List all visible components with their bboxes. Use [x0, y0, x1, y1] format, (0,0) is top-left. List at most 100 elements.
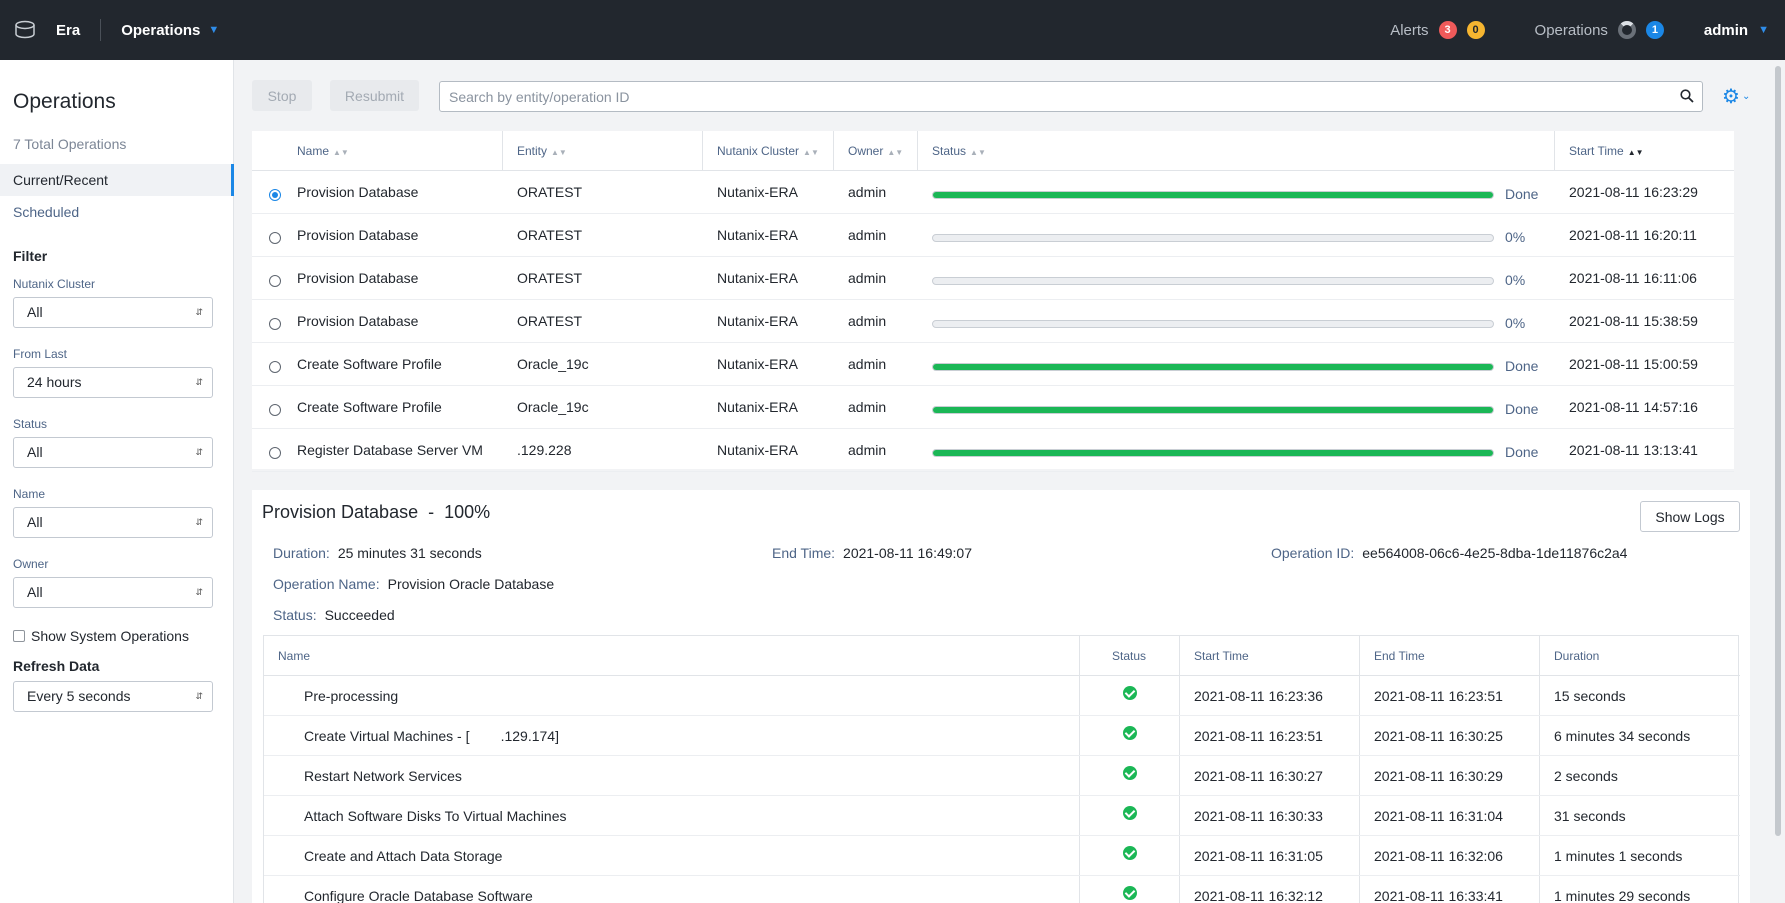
row-radio[interactable]	[269, 189, 281, 201]
alerts-link[interactable]: Alerts	[1390, 22, 1428, 39]
col-owner-label: Owner	[848, 144, 884, 158]
filter-name-select[interactable]: All ⇵	[13, 507, 213, 538]
filter-status-label: Status	[13, 417, 48, 431]
show-system-operations[interactable]: Show System Operations	[13, 628, 189, 644]
row-entity[interactable]: ORATEST	[517, 227, 582, 243]
operations-table: Name ▲▼ Entity ▲▼ Nutanix Cluster ▲▼ Owner ▲…	[252, 131, 1734, 472]
table-row[interactable]: Provision Database ORATEST Nutanix-ERA admi…	[252, 257, 1734, 300]
nav-scheduled[interactable]: Scheduled	[0, 196, 234, 228]
col-start-time[interactable]: Start Time ▲▼	[1569, 144, 1644, 158]
table-row[interactable]: Create Software Profile Oracle_19c Nutanix…	[252, 343, 1734, 386]
stop-button[interactable]: Stop	[252, 80, 312, 111]
refresh-interval-select[interactable]: Every 5 seconds ⇵	[13, 681, 213, 712]
operation-name-label: Operation Name:	[273, 576, 380, 592]
duration-field: Duration: 25 minutes 31 seconds	[273, 545, 482, 561]
table-row[interactable]: Register Database Server VM .129.228 Nutan…	[252, 429, 1734, 472]
alerts-warning-badge[interactable]: 0	[1466, 21, 1485, 39]
col-entity[interactable]: Entity ▲▼	[517, 144, 567, 158]
settings-menu[interactable]: ⚙ ⌄	[1722, 84, 1750, 109]
row-status-text: Done	[1505, 401, 1539, 417]
row-start-time: 2021-08-11 16:23:29	[1569, 184, 1698, 200]
nav-current-recent[interactable]: Current/Recent	[0, 164, 234, 196]
user-menu[interactable]: admin ▼	[1704, 22, 1769, 39]
row-radio[interactable]	[269, 361, 281, 373]
row-radio[interactable]	[269, 318, 281, 330]
section-menu[interactable]: Operations ▼	[121, 22, 219, 39]
step-duration: 2 seconds	[1554, 768, 1618, 784]
row-radio[interactable]	[269, 404, 281, 416]
progress-bar	[932, 363, 1494, 371]
success-check-icon	[1123, 846, 1137, 860]
select-arrows-icon: ⇵	[195, 587, 203, 597]
divider	[1179, 716, 1180, 755]
duration-value: 25 minutes 31 seconds	[337, 545, 482, 561]
row-entity[interactable]: Oracle_19c	[517, 356, 589, 372]
steps-col-status: Status	[1112, 649, 1147, 663]
row-owner: admin	[848, 313, 887, 329]
step-end-time: 2021-08-11 16:30:29	[1374, 768, 1503, 784]
divider	[1079, 636, 1080, 675]
table-row[interactable]: Provision Database ORATEST Nutanix-ERA admi…	[252, 171, 1734, 214]
operation-id-value: ee564008-06c6-4e25-8dba-1de11876c2a4	[1362, 545, 1628, 561]
step-start-time: 2021-08-11 16:31:05	[1194, 848, 1323, 864]
step-name: Create and Attach Data Storage	[304, 848, 503, 864]
select-value: All	[27, 444, 43, 460]
page-scrollbar[interactable]	[1771, 60, 1785, 903]
table-row[interactable]: Provision Database ORATEST Nutanix-ERA admi…	[252, 214, 1734, 257]
alerts-critical-badge[interactable]: 3	[1438, 21, 1457, 39]
filter-owner-select[interactable]: All ⇵	[13, 577, 213, 608]
col-owner[interactable]: Owner ▲▼	[848, 144, 903, 158]
step-start-time: 2021-08-11 16:32:12	[1194, 888, 1323, 903]
divider	[1079, 796, 1080, 835]
col-status[interactable]: Status ▲▼	[932, 144, 986, 158]
divider	[1079, 676, 1080, 715]
divider	[1539, 636, 1540, 675]
filter-from-last-select[interactable]: 24 hours ⇵	[13, 367, 213, 398]
top-nav-bar: Era Operations ▼ Alerts 3 0 Operations 1…	[0, 0, 1785, 60]
row-entity[interactable]: ORATEST	[517, 313, 582, 329]
resubmit-button[interactable]: Resubmit	[330, 80, 419, 111]
row-status-text: Done	[1505, 186, 1539, 202]
row-radio[interactable]	[269, 232, 281, 244]
row-start-time: 2021-08-11 14:57:16	[1569, 399, 1698, 415]
operations-count-badge[interactable]: 1	[1645, 21, 1664, 39]
operation-name-field: Operation Name: Provision Oracle Database	[273, 576, 554, 592]
divider	[1359, 836, 1360, 875]
select-arrows-icon: ⇵	[195, 447, 203, 457]
step-name: Create Virtual Machines - [ .129.174]	[304, 728, 559, 744]
row-entity[interactable]: .129.228	[517, 442, 572, 458]
select-value: All	[27, 584, 43, 600]
divider	[1539, 876, 1540, 903]
row-status-text: Done	[1505, 444, 1539, 460]
step-start-time: 2021-08-11 16:30:27	[1194, 768, 1323, 784]
scrollbar-thumb[interactable]	[1775, 66, 1781, 836]
table-row[interactable]: Create Software Profile Oracle_19c Nutanix…	[252, 386, 1734, 429]
operation-id-label: Operation ID:	[1271, 545, 1355, 561]
filter-status-select[interactable]: All ⇵	[13, 437, 213, 468]
checkbox-label: Show System Operations	[31, 628, 189, 644]
col-name[interactable]: Name ▲▼	[297, 144, 349, 158]
row-entity[interactable]: ORATEST	[517, 184, 582, 200]
row-start-time: 2021-08-11 16:11:06	[1569, 270, 1697, 286]
search-input[interactable]: Search by entity/operation ID	[439, 81, 1703, 112]
step-name: Configure Oracle Database Software	[304, 888, 533, 903]
step-end-time: 2021-08-11 16:33:41	[1374, 888, 1503, 903]
steps-table: Name Status Start Time End Time Duration…	[263, 635, 1740, 903]
col-name-label: Name	[297, 144, 330, 158]
filter-cluster-select[interactable]: All ⇵	[13, 297, 213, 328]
total-operations: 7 Total Operations	[13, 136, 127, 152]
row-start-time: 2021-08-11 15:38:59	[1569, 313, 1698, 329]
table-row[interactable]: Provision Database ORATEST Nutanix-ERA admi…	[252, 300, 1734, 343]
search-icon[interactable]	[1680, 89, 1694, 106]
col-cluster[interactable]: Nutanix Cluster ▲▼	[717, 144, 819, 158]
row-entity[interactable]: ORATEST	[517, 270, 582, 286]
user-name: admin	[1703, 21, 1749, 39]
checkbox[interactable]	[13, 630, 25, 642]
row-radio[interactable]	[269, 275, 281, 287]
show-logs-button[interactable]: Show Logs	[1640, 501, 1740, 532]
era-logo-icon[interactable]	[14, 20, 38, 40]
row-entity[interactable]: Oracle_19c	[517, 399, 589, 415]
row-radio[interactable]	[269, 447, 281, 459]
select-value: All	[27, 514, 43, 530]
operations-link[interactable]: Operations	[1535, 22, 1608, 39]
